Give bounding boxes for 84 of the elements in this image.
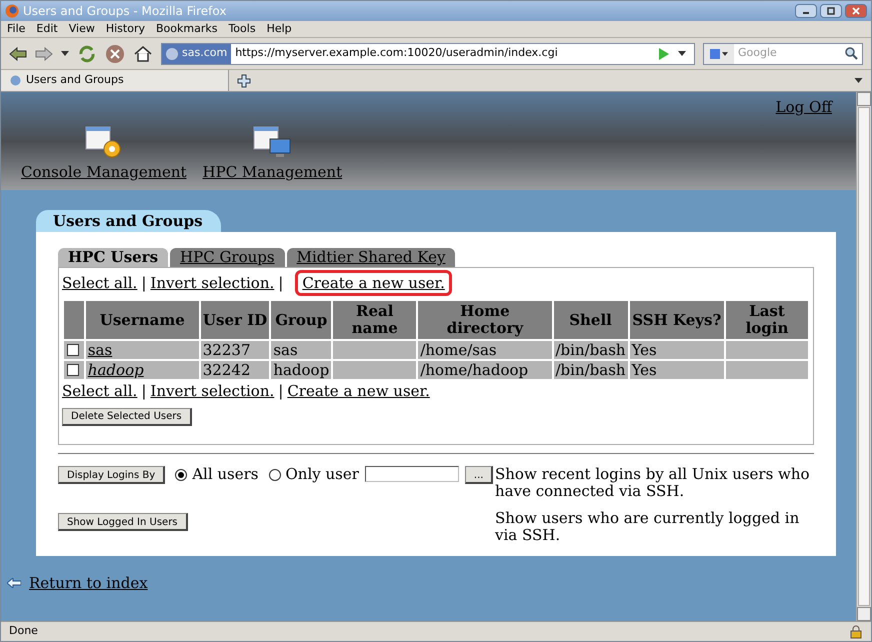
username-input-field[interactable] xyxy=(364,466,459,482)
maximize-icon[interactable] xyxy=(820,4,842,18)
delete-selected-users-button[interactable]: Delete Selected Users xyxy=(62,408,192,426)
menu-item[interactable]: History xyxy=(106,20,145,38)
browser-tab[interactable]: Users and Groups xyxy=(1,70,229,91)
column-header: Last login xyxy=(726,301,808,339)
username-link[interactable]: hadoop xyxy=(88,361,144,379)
separator: | xyxy=(278,381,284,401)
dropdown-caret-icon[interactable] xyxy=(61,51,69,56)
column-header: Real name xyxy=(333,301,416,339)
search-input[interactable]: Google xyxy=(734,45,845,62)
browse-button[interactable]: ... xyxy=(464,466,494,484)
column-header: Home directory xyxy=(418,301,552,339)
vertical-scrollbar[interactable] xyxy=(856,92,871,621)
table-cell: Yes xyxy=(630,341,724,359)
search-icon[interactable] xyxy=(845,47,858,60)
radio-button[interactable] xyxy=(175,468,188,480)
radio-label: Only user xyxy=(286,466,359,483)
menu-item[interactable]: Bookmarks xyxy=(156,20,218,38)
table-cell: 32237 xyxy=(200,341,270,359)
table-cell: hadoop xyxy=(271,361,332,379)
radio-label: All users xyxy=(192,466,258,483)
site-identity-button[interactable]: sas.com xyxy=(162,44,232,64)
dropdown-caret-icon[interactable] xyxy=(678,51,686,56)
go-arrow-icon[interactable] xyxy=(658,48,670,60)
return-link[interactable]: Return to index xyxy=(29,572,148,594)
description-text: Show users who are currently logged in via SSH. xyxy=(495,508,800,544)
status-text: Done xyxy=(9,623,38,640)
reload-icon[interactable] xyxy=(77,44,97,64)
new-tab-plus-icon[interactable] xyxy=(237,74,251,88)
lock-icon xyxy=(849,624,863,638)
column-header: User ID xyxy=(200,301,270,339)
description-text: Show recent logins by all Unix users who have connected via SSH. xyxy=(495,466,811,500)
table-cell: sas xyxy=(271,341,332,359)
minimize-icon[interactable] xyxy=(795,4,817,18)
tab-list-caret-icon[interactable] xyxy=(854,78,863,83)
forward-arrow-icon[interactable] xyxy=(35,46,53,60)
tab[interactable]: Midtier Shared Key xyxy=(286,248,456,267)
row-checkbox[interactable] xyxy=(67,364,79,376)
column-header: Group xyxy=(271,301,332,339)
table-cell: /bin/bash xyxy=(554,361,628,379)
left-arrow-icon xyxy=(7,578,21,588)
menu-item[interactable]: Tools xyxy=(228,20,256,38)
close-icon[interactable] xyxy=(845,4,867,18)
radio-button[interactable] xyxy=(268,468,280,480)
link[interactable]: Invert selection. xyxy=(150,273,274,293)
menu-item[interactable]: File xyxy=(7,20,26,38)
stop-icon[interactable] xyxy=(105,44,125,64)
link[interactable]: Select all. xyxy=(62,381,138,401)
column-header: Shell xyxy=(554,301,628,339)
table-cell: /home/hadoop xyxy=(418,361,552,379)
tab[interactable]: HPC Users xyxy=(58,248,168,267)
separator: | xyxy=(141,381,146,401)
username-link[interactable]: sas xyxy=(88,341,112,359)
back-arrow-icon[interactable] xyxy=(9,46,27,60)
column-header: Username xyxy=(86,301,199,339)
search-engine-icon[interactable] xyxy=(704,44,734,64)
table-cell: Yes xyxy=(630,361,724,379)
display-logins-button[interactable]: Display Logins By xyxy=(58,466,166,484)
row-checkbox[interactable] xyxy=(67,344,79,356)
menu-item[interactable]: Help xyxy=(266,20,292,38)
separator: | xyxy=(141,273,146,293)
column-header xyxy=(64,301,84,339)
module-link[interactable]: HPC Management xyxy=(202,160,342,183)
tab[interactable]: HPC Groups xyxy=(170,248,285,267)
link[interactable]: Invert selection. xyxy=(150,381,274,401)
browser-logo-icon xyxy=(5,4,19,18)
home-icon[interactable] xyxy=(133,44,153,64)
menu-item[interactable]: Edit xyxy=(36,20,58,38)
show-logged-in-users-button[interactable]: Show Logged In Users xyxy=(58,513,188,531)
log-off-link[interactable]: Log Off xyxy=(776,96,832,118)
link[interactable]: Create a new user. xyxy=(302,273,445,293)
module-link[interactable]: Console Management xyxy=(21,160,187,183)
table-cell: /home/sas xyxy=(418,341,552,359)
menu-item[interactable]: View xyxy=(68,20,95,38)
column-header: SSH Keys? xyxy=(630,301,724,339)
link[interactable]: Create a new user. xyxy=(287,381,430,401)
separator: | xyxy=(278,273,284,293)
search-field[interactable]: Google xyxy=(703,42,863,64)
table-cell: 32242 xyxy=(200,361,270,379)
window-title: Users and Groups - Mozilla Firefox xyxy=(23,3,226,20)
table-cell: /bin/bash xyxy=(554,341,628,359)
link[interactable]: Select all. xyxy=(62,273,138,293)
address-field[interactable]: sas.com https://myserver.example.com:10020/useradmin/index.cgi xyxy=(161,42,695,64)
